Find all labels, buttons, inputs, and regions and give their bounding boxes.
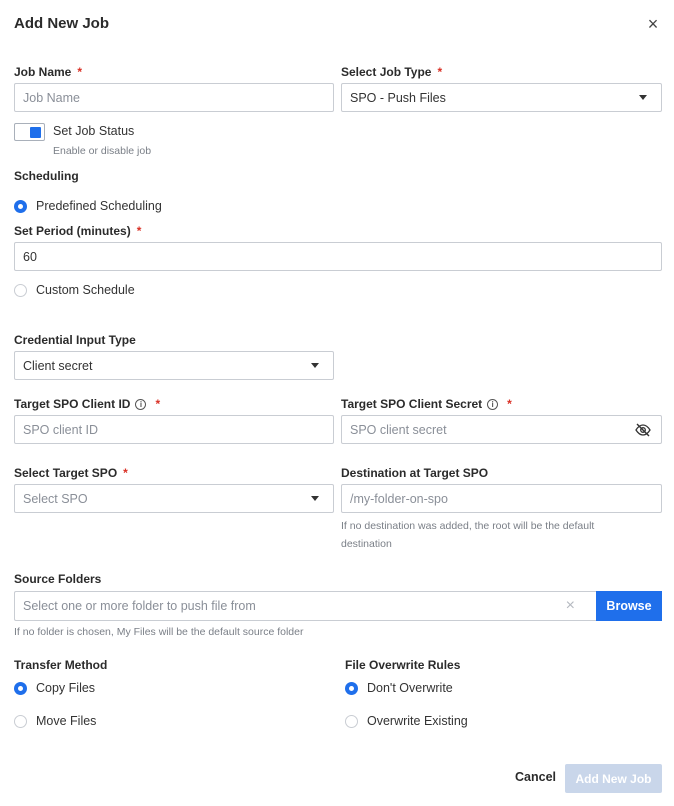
credential-select[interactable]: Client secret bbox=[14, 351, 334, 380]
client-id-input[interactable]: SPO client ID bbox=[14, 415, 334, 444]
client-id-placeholder: SPO client ID bbox=[23, 422, 99, 437]
destination-hint-line2: destination bbox=[341, 538, 392, 550]
client-id-label: Target SPO Client ID i * bbox=[14, 397, 161, 411]
client-secret-placeholder: SPO client secret bbox=[350, 422, 447, 437]
scheduling-label: Scheduling bbox=[14, 169, 79, 183]
predefined-scheduling-label: Predefined Scheduling bbox=[36, 199, 162, 213]
job-name-placeholder: Job Name bbox=[23, 90, 80, 105]
credential-label: Credential Input Type bbox=[14, 333, 136, 347]
source-folders-label: Source Folders bbox=[14, 572, 102, 586]
destination-input[interactable]: /my-folder-on-spo bbox=[341, 484, 662, 513]
period-value: 60 bbox=[23, 249, 37, 264]
copy-files-option[interactable]: Copy Files bbox=[14, 681, 95, 695]
job-name-input[interactable]: Job Name bbox=[14, 83, 334, 112]
client-secret-label: Target SPO Client Secret i * bbox=[341, 397, 512, 411]
dont-overwrite-label: Don't Overwrite bbox=[367, 681, 453, 695]
clear-icon[interactable]: × bbox=[566, 597, 575, 615]
add-new-job-button[interactable]: Add New Job bbox=[565, 764, 662, 793]
chevron-down-icon bbox=[311, 363, 319, 368]
radio-unselected-icon[interactable] bbox=[14, 714, 27, 728]
job-type-value: SPO - Push Files bbox=[350, 90, 446, 105]
dialog-title: Add New Job bbox=[14, 15, 110, 32]
target-spo-select[interactable]: Select SPO bbox=[14, 484, 334, 513]
toggle-knob bbox=[30, 127, 41, 138]
job-status-label: Set Job Status bbox=[53, 124, 135, 138]
custom-schedule-option[interactable]: Custom Schedule bbox=[14, 283, 135, 297]
job-status-hint: Enable or disable job bbox=[53, 145, 152, 157]
overwrite-existing-label: Overwrite Existing bbox=[367, 714, 468, 728]
destination-label: Destination at Target SPO bbox=[341, 466, 489, 480]
overwrite-rules-label: File Overwrite Rules bbox=[345, 658, 461, 672]
info-icon[interactable]: i bbox=[135, 398, 147, 410]
source-folders-input[interactable]: Select one or more folder to push file f… bbox=[14, 591, 597, 621]
radio-selected-icon[interactable] bbox=[345, 681, 358, 695]
chevron-down-icon bbox=[639, 95, 647, 100]
move-files-option[interactable]: Move Files bbox=[14, 714, 96, 728]
predefined-scheduling-option[interactable]: Predefined Scheduling bbox=[14, 199, 162, 213]
target-spo-label: Select Target SPO * bbox=[14, 466, 128, 480]
required-marker: * bbox=[77, 65, 83, 79]
radio-selected-icon[interactable] bbox=[14, 199, 27, 213]
source-folders-placeholder: Select one or more folder to push file f… bbox=[23, 599, 256, 613]
client-secret-input[interactable]: SPO client secret bbox=[341, 415, 662, 444]
job-type-label: Select Job Type * bbox=[341, 65, 443, 79]
target-spo-placeholder: Select SPO bbox=[23, 491, 88, 506]
source-folders-hint: If no folder is chosen, My Files will be… bbox=[14, 626, 304, 638]
required-marker: * bbox=[136, 224, 142, 238]
cancel-button[interactable]: Cancel bbox=[515, 770, 556, 784]
close-icon[interactable]: × bbox=[644, 15, 662, 33]
radio-unselected-icon[interactable] bbox=[14, 283, 27, 297]
required-marker: * bbox=[155, 397, 161, 411]
radio-unselected-icon[interactable] bbox=[345, 714, 358, 728]
dont-overwrite-option[interactable]: Don't Overwrite bbox=[345, 681, 453, 695]
browse-button[interactable]: Browse bbox=[596, 591, 662, 621]
custom-schedule-label: Custom Schedule bbox=[36, 283, 135, 297]
move-files-label: Move Files bbox=[36, 714, 97, 728]
overwrite-existing-option[interactable]: Overwrite Existing bbox=[345, 714, 468, 728]
period-label: Set Period (minutes) * bbox=[14, 224, 142, 238]
transfer-method-label: Transfer Method bbox=[14, 658, 108, 672]
job-name-label: Job Name * bbox=[14, 65, 83, 79]
credential-value: Client secret bbox=[23, 358, 93, 373]
info-icon[interactable]: i bbox=[487, 398, 499, 410]
job-type-select[interactable]: SPO - Push Files bbox=[341, 83, 662, 112]
required-marker: * bbox=[437, 65, 443, 79]
period-input[interactable]: 60 bbox=[14, 242, 662, 271]
required-marker: * bbox=[123, 466, 128, 480]
radio-selected-icon[interactable] bbox=[14, 681, 27, 695]
copy-files-label: Copy Files bbox=[36, 681, 96, 695]
eye-off-icon[interactable] bbox=[635, 423, 651, 437]
job-status-toggle[interactable] bbox=[14, 123, 45, 141]
destination-hint-line1: If no destination was added, the root wi… bbox=[341, 520, 595, 532]
required-marker: * bbox=[507, 397, 512, 411]
destination-placeholder: /my-folder-on-spo bbox=[350, 491, 448, 506]
chevron-down-icon bbox=[311, 496, 319, 501]
